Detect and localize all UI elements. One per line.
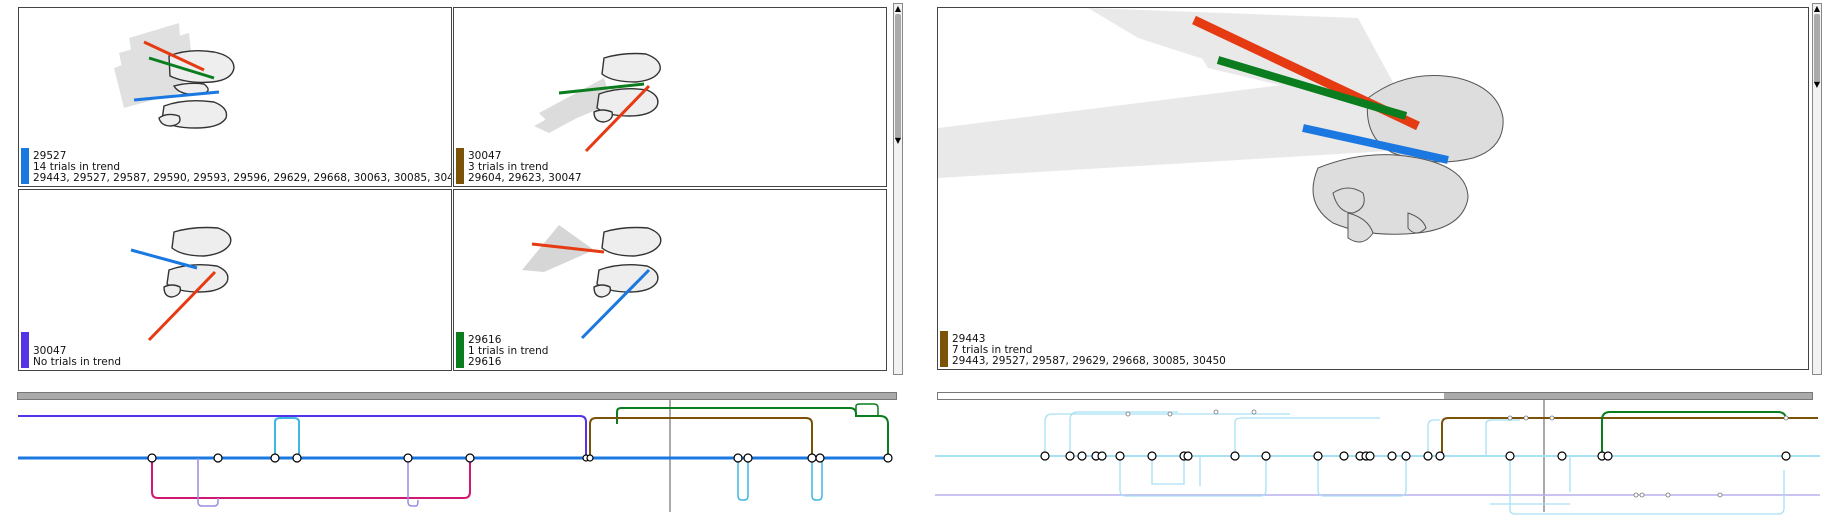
right-timeline-scrollbar[interactable] [937, 392, 1813, 400]
trial-panel-29527[interactable]: 29527 14 trials in trend 29443, 29527, 2… [18, 7, 452, 187]
trial-list: 29616 [468, 356, 502, 368]
scrollbar-thumb[interactable] [1814, 14, 1820, 84]
panel-grid-scrollbar[interactable]: ▲ ▼ [893, 3, 903, 375]
left-timeline-scrollbar[interactable] [17, 392, 897, 400]
trial-list: 29604, 29623, 30047 [468, 172, 582, 184]
left-trial-timeline[interactable] [0, 400, 905, 518]
trial-info: 29443 7 trials in trend 29443, 29527, 29… [952, 334, 1226, 367]
trial-panel-30047-b[interactable]: 30047 No trials in trend [18, 189, 452, 371]
trial-panel-29616[interactable]: 29616 1 trials in trend 29616 [453, 189, 887, 371]
trial-list: 29443, 29527, 29587, 29629, 29668, 30085… [952, 355, 1226, 367]
scrollbar-thumb[interactable] [18, 393, 896, 399]
trial-info: 30047 No trials in trend [33, 346, 121, 368]
right-trial-timeline[interactable] [930, 400, 1828, 518]
detail-panel-29443[interactable]: 29443 7 trials in trend 29443, 29527, 29… [937, 7, 1809, 370]
scroll-down-icon[interactable]: ▼ [894, 136, 902, 146]
trial-panel-30047[interactable]: 30047 3 trials in trend 29604, 29623, 30… [453, 7, 887, 187]
trial-info: 29527 14 trials in trend 29443, 29527, 2… [33, 151, 452, 184]
color-swatch [456, 332, 464, 368]
trial-list: 29443, 29527, 29587, 29590, 29593, 29596… [33, 172, 452, 184]
scroll-up-icon[interactable]: ▲ [894, 4, 902, 14]
timeline-branches [1044, 411, 1785, 515]
detail-scrollbar[interactable]: ▲ ▼ [1812, 3, 1822, 375]
color-swatch [456, 148, 464, 184]
vertebra-scene [130, 226, 232, 342]
color-swatch [940, 331, 948, 367]
trial-info: 29616 1 trials in trend 29616 [468, 335, 548, 368]
vertebra-detail-scene [938, 8, 1504, 243]
color-swatch [21, 148, 29, 184]
scroll-down-icon[interactable]: ▼ [1813, 80, 1821, 90]
trend-count: No trials in trend [33, 356, 122, 368]
scrollbar-thumb[interactable] [895, 14, 901, 140]
color-swatch [21, 332, 29, 368]
scrollbar-thumb[interactable] [1444, 393, 1812, 399]
trial-info: 30047 3 trials in trend 29604, 29623, 30… [468, 151, 582, 184]
scroll-up-icon[interactable]: ▲ [1813, 4, 1821, 14]
